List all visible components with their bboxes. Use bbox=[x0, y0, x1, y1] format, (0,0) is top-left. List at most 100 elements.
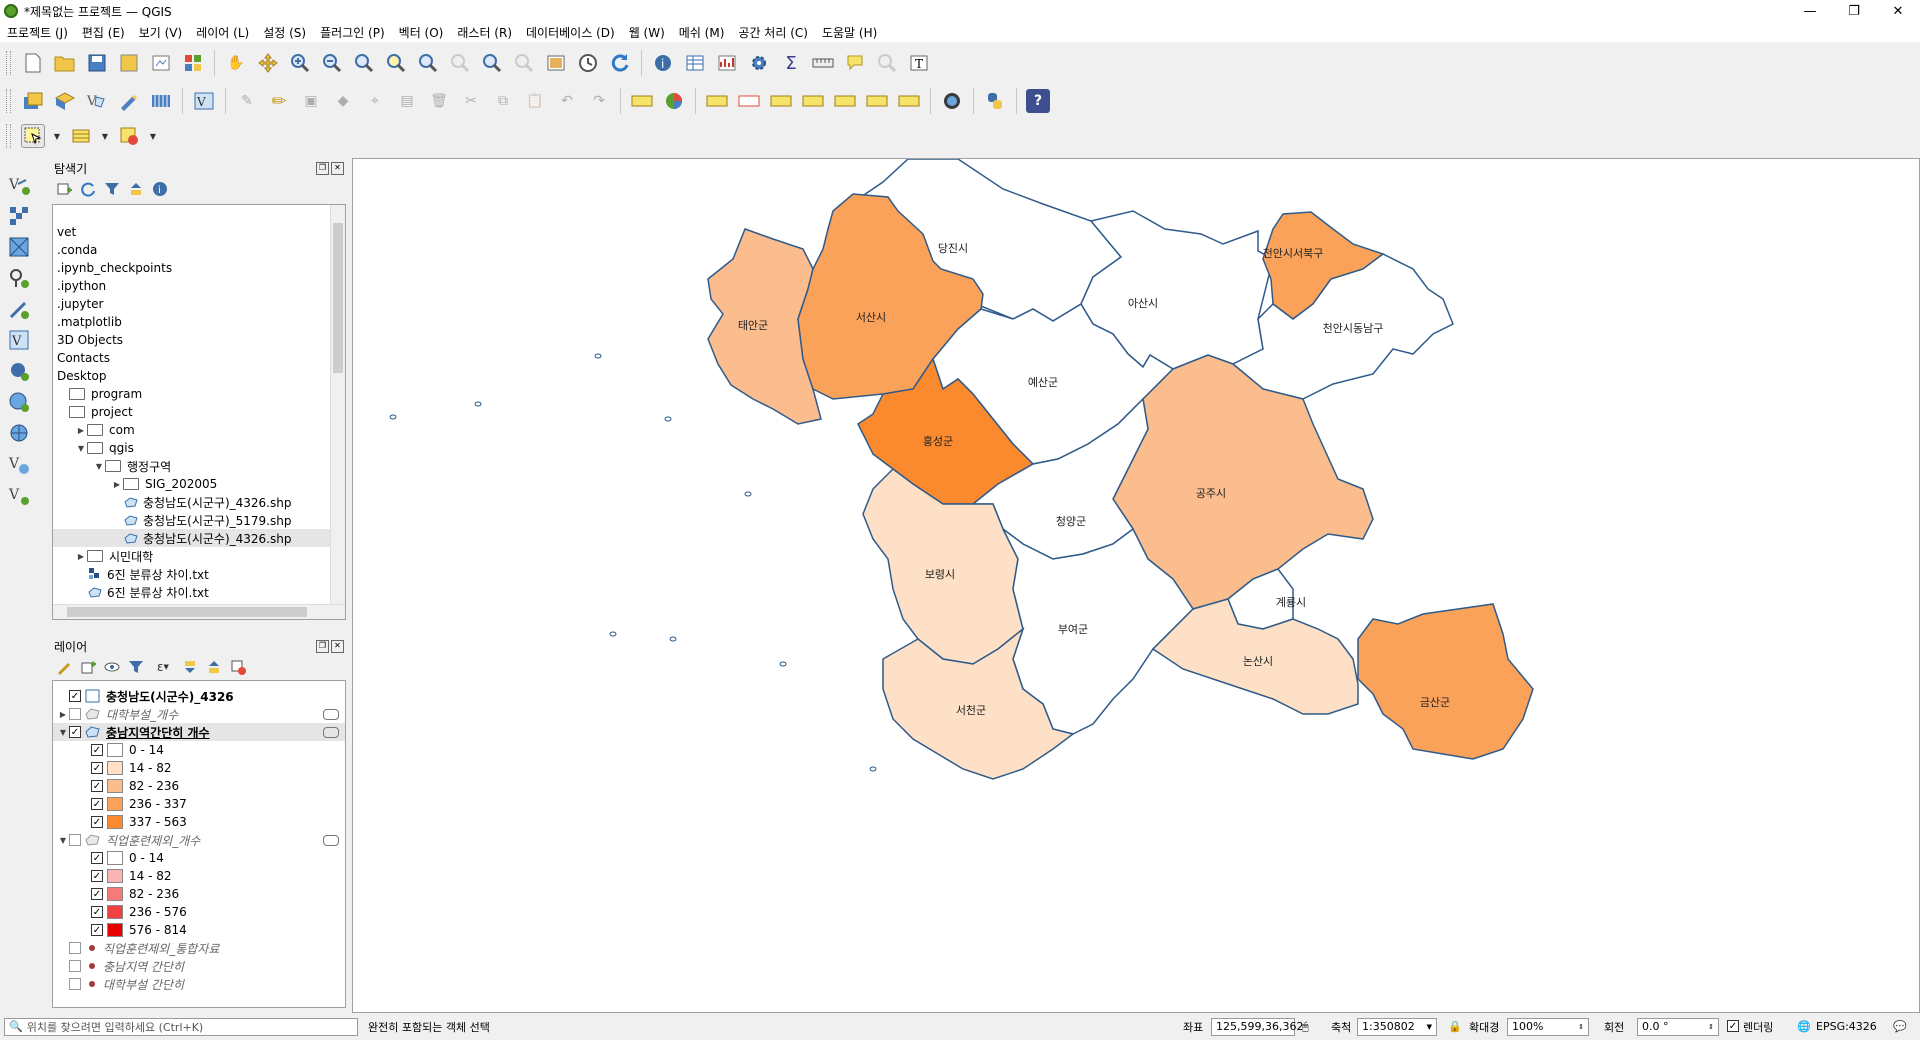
menu-web[interactable]: 웹 (W) bbox=[622, 24, 672, 41]
refresh-browser-icon[interactable] bbox=[79, 180, 97, 198]
save-as-icon[interactable] bbox=[117, 51, 141, 75]
pin-label-icon[interactable] bbox=[737, 89, 761, 113]
filter-legend-icon[interactable] bbox=[127, 658, 145, 676]
statistics-icon[interactable] bbox=[715, 51, 739, 75]
browser-item[interactable]: Desktop bbox=[53, 367, 331, 385]
add-wms-icon[interactable] bbox=[7, 390, 31, 413]
identify-icon[interactable]: i bbox=[651, 51, 675, 75]
browser-item[interactable]: ▶ SIG_202005 bbox=[53, 475, 331, 493]
close-panel-icon[interactable]: ✕ bbox=[331, 639, 344, 653]
move-label-icon[interactable] bbox=[801, 89, 825, 113]
text-annotation-icon[interactable]: T bbox=[907, 51, 931, 75]
checked-checkbox[interactable]: ✓ bbox=[91, 888, 103, 900]
save-edits-icon[interactable]: ▣ bbox=[299, 89, 323, 113]
browser-item[interactable]: project bbox=[53, 403, 331, 421]
legend-class-row[interactable]: ✓ 82 - 236 bbox=[53, 885, 345, 903]
highlight-label-icon[interactable] bbox=[705, 89, 729, 113]
menu-settings[interactable]: 설정 (S) bbox=[256, 24, 313, 41]
label-properties-icon[interactable] bbox=[897, 89, 921, 113]
browser-item[interactable]: 충청남도(시군수)_4326.shp bbox=[53, 529, 331, 547]
select-dropdown-chevron-icon[interactable]: ▼ bbox=[53, 124, 61, 148]
checked-checkbox[interactable]: ✓ bbox=[91, 780, 103, 792]
remove-layer-icon[interactable] bbox=[229, 658, 247, 676]
legend-class-row[interactable]: ✓ 14 - 82 bbox=[53, 867, 345, 885]
settings-gear-icon[interactable] bbox=[747, 51, 771, 75]
select-by-value-chevron-icon[interactable]: ▼ bbox=[101, 124, 109, 148]
cut-features-icon[interactable]: ✂ bbox=[459, 89, 483, 113]
scrollbar-thumb[interactable] bbox=[67, 607, 307, 617]
browser-item[interactable]: ▼ 행정구역 bbox=[53, 457, 331, 475]
label-toolbar-icon[interactable] bbox=[630, 89, 654, 113]
checked-checkbox[interactable]: ✓ bbox=[91, 798, 103, 810]
deselect-all-icon[interactable] bbox=[117, 124, 141, 148]
layer-row[interactable]: ▶ 대학부설_개수 bbox=[53, 705, 345, 723]
menu-vector[interactable]: 벡터 (O) bbox=[392, 24, 451, 41]
crs-value[interactable]: EPSG:4326 bbox=[1816, 1020, 1877, 1033]
unchecked-checkbox[interactable] bbox=[69, 834, 81, 846]
map-tips-icon[interactable] bbox=[843, 51, 867, 75]
browser-item[interactable]: 충청남도(시군구)_4326.shp bbox=[53, 493, 331, 511]
browser-item[interactable]: ▶ 시민대학 bbox=[53, 547, 331, 565]
layer-indicator-icon[interactable] bbox=[323, 726, 339, 738]
select-by-value-icon[interactable] bbox=[69, 124, 93, 148]
checked-checkbox[interactable]: ✓ bbox=[91, 924, 103, 936]
expand-all-icon[interactable] bbox=[181, 658, 199, 676]
menu-database[interactable]: 데이터베이스 (D) bbox=[519, 24, 622, 41]
add-vector-layer-icon[interactable]: V bbox=[7, 174, 31, 197]
messages-icon[interactable]: 💬 bbox=[1893, 1020, 1907, 1033]
render-checkbox[interactable]: ✓ bbox=[1727, 1020, 1739, 1032]
crs-globe-icon[interactable]: 🌐 bbox=[1797, 1020, 1811, 1033]
undo-icon[interactable]: ↶ bbox=[555, 89, 579, 113]
sum-icon[interactable]: Σ bbox=[779, 51, 803, 75]
coordinate-field[interactable]: 125,599,36,362 bbox=[1211, 1017, 1303, 1036]
legend-class-row[interactable]: ✓ 0 - 14 bbox=[53, 741, 345, 759]
manage-map-themes-icon[interactable] bbox=[103, 658, 121, 676]
checked-checkbox[interactable]: ✓ bbox=[91, 762, 103, 774]
browser-item[interactable]: 충청남도(시군구)_5179.shp bbox=[53, 511, 331, 529]
layer-row[interactable]: ✓ 충청남도(시군수)_4326 bbox=[53, 687, 345, 705]
checked-checkbox[interactable]: ✓ bbox=[91, 852, 103, 864]
layer-row[interactable]: 직업훈련제외_통합자료 bbox=[53, 939, 345, 957]
locator-search-input[interactable]: 🔍 위치를 찾으려면 입력하세요 (Ctrl+K) bbox=[4, 1017, 358, 1036]
layer-row[interactable]: 대학부설 간단히 bbox=[53, 975, 345, 993]
data-source-manager-icon[interactable] bbox=[21, 89, 45, 113]
menu-mesh[interactable]: 메쉬 (M) bbox=[672, 24, 732, 41]
new-map-view-icon[interactable] bbox=[544, 51, 568, 75]
collapsed-arrow-icon[interactable]: ▶ bbox=[75, 552, 87, 561]
new-shapefile-icon[interactable]: V bbox=[85, 89, 109, 113]
new-scratch-layer-icon[interactable] bbox=[117, 89, 141, 113]
unchecked-checkbox[interactable] bbox=[69, 942, 81, 954]
browser-item[interactable]: .matplotlib bbox=[53, 313, 331, 331]
paste-features-icon[interactable]: 📋 bbox=[523, 89, 547, 113]
edits-icon[interactable]: ✎ bbox=[235, 89, 259, 113]
menu-view[interactable]: 보기 (V) bbox=[132, 24, 189, 41]
scrollbar-thumb[interactable] bbox=[333, 223, 343, 373]
browser-item[interactable]: .ipython bbox=[53, 277, 331, 295]
checked-checkbox[interactable]: ✓ bbox=[69, 690, 81, 702]
collapse-all-icon[interactable] bbox=[127, 180, 145, 198]
delete-selected-icon[interactable]: 🗑 bbox=[427, 89, 451, 113]
zoom-native-icon[interactable] bbox=[448, 51, 472, 75]
add-wcs-icon[interactable]: V bbox=[7, 483, 31, 506]
unchecked-checkbox[interactable] bbox=[69, 708, 81, 720]
change-label-icon[interactable] bbox=[865, 89, 889, 113]
select-features-icon[interactable] bbox=[21, 124, 45, 148]
unchecked-checkbox[interactable] bbox=[69, 960, 81, 972]
modify-attributes-icon[interactable]: ▤ bbox=[395, 89, 419, 113]
open-project-icon[interactable] bbox=[53, 51, 77, 75]
expanded-arrow-icon[interactable]: ▼ bbox=[75, 444, 87, 453]
layer-indicator-icon[interactable] bbox=[323, 708, 339, 720]
checked-checkbox[interactable]: ✓ bbox=[91, 870, 103, 882]
legend-class-row[interactable]: ✓ 236 - 576 bbox=[53, 903, 345, 921]
legend-class-row[interactable]: ✓ 337 - 563 bbox=[53, 813, 345, 831]
pan-hand-icon[interactable]: ✋ bbox=[224, 51, 248, 75]
pan-to-selection-icon[interactable] bbox=[256, 51, 280, 75]
add-selected-layers-icon[interactable] bbox=[55, 180, 73, 198]
browser-item[interactable]: 6진 분류상 차이.txt bbox=[53, 583, 331, 601]
menu-layer[interactable]: 레이어 (L) bbox=[189, 24, 256, 41]
menu-project[interactable]: 프로젝트 (J) bbox=[0, 24, 75, 41]
refresh-icon[interactable] bbox=[608, 51, 632, 75]
menu-raster[interactable]: 래스터 (R) bbox=[450, 24, 519, 41]
show-hide-label-icon[interactable] bbox=[769, 89, 793, 113]
toolbar-grip[interactable] bbox=[6, 124, 11, 148]
